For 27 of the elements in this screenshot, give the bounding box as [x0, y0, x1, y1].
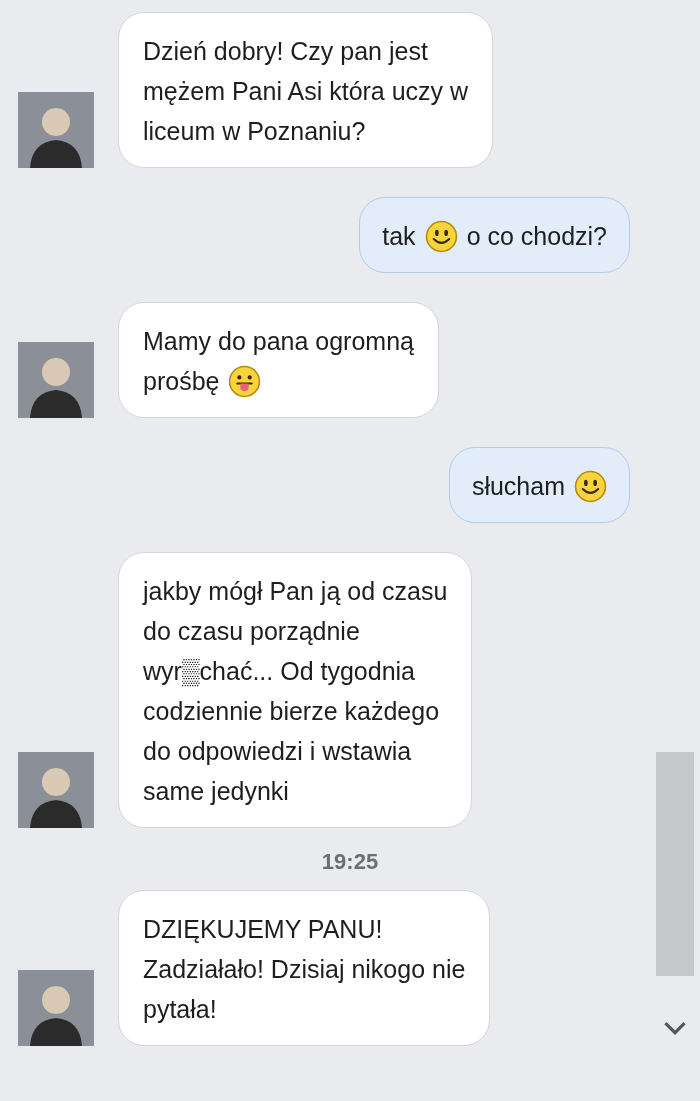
smiley-icon: [424, 219, 458, 253]
message-text: do czasu porządnie: [143, 616, 360, 647]
message-text: codziennie bierze każdego: [143, 696, 440, 727]
chevron-down-icon[interactable]: [662, 1020, 688, 1037]
message-text: tak: [382, 221, 416, 252]
message-text: Dzień dobry! Czy pan jest: [143, 36, 428, 67]
avatar-icon[interactable]: [18, 970, 94, 1046]
message-text: wyr▒chać... Od tygodnia: [143, 656, 415, 689]
avatar-icon[interactable]: [18, 752, 94, 828]
message-text: mężem Pani Asi która uczy w: [143, 76, 469, 107]
message-text: prośbę: [143, 366, 220, 397]
message-text: Mamy do pana ogromną: [143, 326, 414, 357]
scrollbar-thumb[interactable]: [656, 752, 694, 976]
message-text: do odpowiedzi i wstawia: [143, 736, 412, 767]
timestamp: 19:25: [321, 849, 379, 875]
tongue-out-icon: [228, 364, 262, 398]
message-text: DZIĘKUJEMY PANU!: [143, 914, 383, 945]
avatar-icon[interactable]: [18, 92, 94, 168]
message-text: Zadziałało! Dzisiaj nikogo nie: [143, 954, 466, 985]
message-text: same jedynki: [143, 776, 289, 807]
message-text: jakby mógł Pan ją od czasu: [143, 576, 448, 607]
message-text: liceum w Poznaniu?: [143, 116, 366, 147]
message-text: słucham: [471, 471, 565, 502]
message-text: o co chodzi?: [466, 221, 607, 252]
avatar-icon[interactable]: [18, 342, 94, 418]
smiley-icon: [574, 469, 607, 503]
message-text: pytała!: [143, 994, 217, 1025]
